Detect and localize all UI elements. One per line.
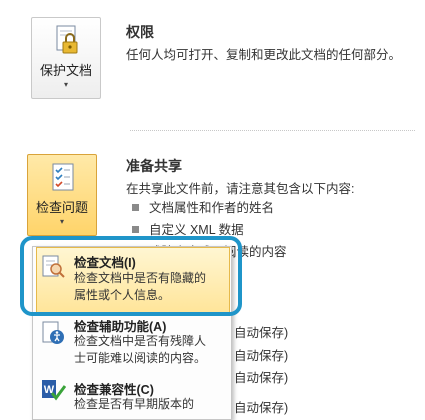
bullet-icon [132,226,139,233]
protect-document-button[interactable]: 保护文档 ▾ [31,17,101,99]
check-compatibility-desc: 检查是否有早期版本的 [74,396,224,413]
check-accessibility-desc-line: 检查文档中是否有残障人 [74,334,207,348]
chevron-down-icon: ▾ [63,80,68,89]
version-autosave-label: 自动保存) [234,349,289,363]
protect-document-label: 保护文档 [39,63,92,78]
check-compatibility-desc-line: 检查是否有早期版本的 [74,397,195,411]
version-autosave-label: 自动保存) [234,371,289,385]
permissions-title: 权限 [126,24,154,40]
lock-document-icon [56,25,78,54]
menu-item-check-compatibility[interactable]: W 检查兼容性(C) 检查是否有早期版本的 [36,375,234,416]
check-accessibility-desc: 检查文档中是否有残障人 士可能难以阅读的内容。 [74,333,224,367]
check-accessibility-desc-line: 士可能难以阅读的内容。 [74,351,207,365]
version-autosave-label: 自动保存) [234,326,289,340]
check-for-issues-button[interactable]: 检查问题 ▾ [27,154,97,236]
chevron-down-icon: ▾ [59,217,64,226]
section-divider [130,130,415,131]
prepare-sharing-description: 在共享此文件前，请注意其包含以下内容: [126,182,355,196]
list-item-label: 文档属性和作者的姓名 [149,201,275,215]
list-item-label: 自定义 XML 数据 [149,223,244,237]
checklist-icon [52,163,74,191]
permissions-description: 任何人均可打开、复制和更改此文档的任何部分。 [126,48,402,62]
version-autosave-label: 自动保存) [234,401,289,415]
check-for-issues-label: 检查问题 [35,200,88,215]
bullet-icon [132,204,139,211]
accessibility-icon [42,321,64,344]
highlight-callout [20,236,242,316]
menu-item-check-accessibility[interactable]: 检查辅助功能(A) 检查文档中是否有残障人 士可能难以阅读的内容。 [36,316,234,367]
compatibility-icon: W [42,380,66,401]
prepare-sharing-title: 准备共享 [126,158,182,174]
list-item: 文档属性和作者的姓名 [132,197,274,216]
